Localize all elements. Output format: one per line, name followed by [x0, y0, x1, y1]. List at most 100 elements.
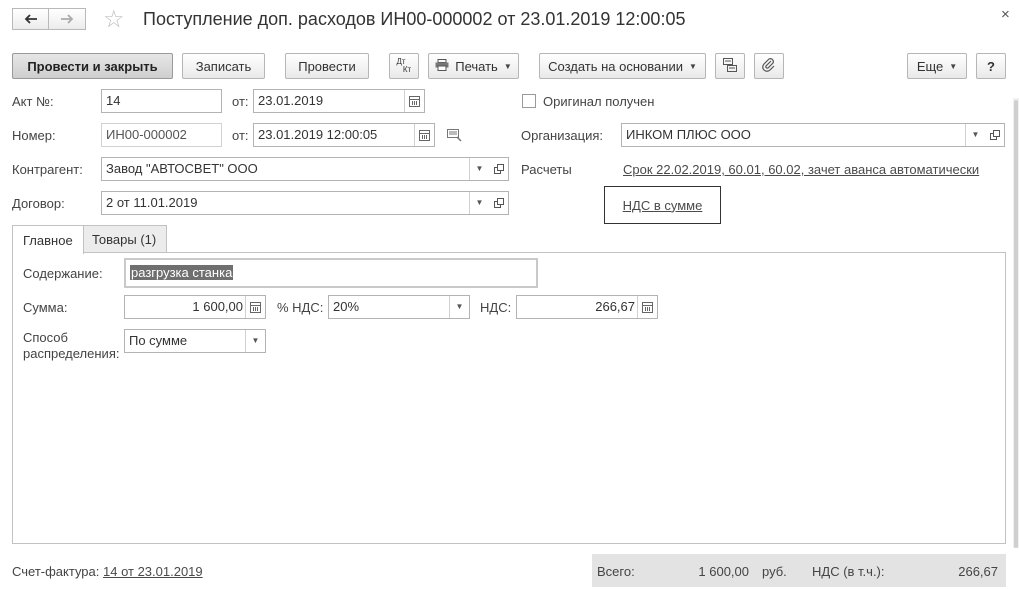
- structure-button[interactable]: [715, 53, 745, 79]
- vat-field[interactable]: 266,67: [516, 295, 658, 319]
- calculator-icon[interactable]: [245, 296, 265, 318]
- calendar-icon[interactable]: [414, 124, 434, 146]
- act-number-value: 14: [106, 93, 121, 108]
- distribution-label-line1: Способ: [23, 330, 68, 345]
- vat-mode-link[interactable]: НДС в сумме: [623, 198, 703, 213]
- distribution-label-line2: распределения:: [23, 346, 120, 361]
- invoice-label: Счет-фактура:: [12, 564, 100, 579]
- arrow-left-icon: [24, 12, 38, 27]
- dropdown-arrow-icon[interactable]: ▼: [469, 192, 489, 214]
- post-button[interactable]: Провести: [285, 53, 369, 79]
- contractor-open-button[interactable]: [489, 157, 509, 181]
- original-received-label: Оригинал получен: [543, 94, 655, 109]
- print-label: Печать: [455, 58, 498, 74]
- sum-field[interactable]: 1 600,00: [124, 295, 266, 319]
- arrow-right-icon: [60, 12, 74, 27]
- distribution-value: По сумме: [129, 333, 188, 348]
- create-based-on-label: Создать на основании: [548, 58, 683, 74]
- act-date-label: от:: [232, 94, 249, 109]
- dropdown-arrow-icon: ▼: [688, 61, 697, 71]
- contractor-field[interactable]: Завод "АВТОСВЕТ" ООО ▼: [101, 157, 490, 181]
- more-label: Еще: [916, 58, 944, 74]
- dropdown-arrow-icon: ▼: [949, 61, 958, 71]
- distribution-field[interactable]: По сумме ▼: [124, 329, 266, 353]
- printer-icon: [435, 58, 449, 74]
- document-structure-icon: [723, 57, 737, 75]
- favorite-star-icon[interactable]: ☆: [103, 5, 125, 34]
- vat-rate-label: % НДС:: [277, 300, 324, 315]
- invoice-link[interactable]: 14 от 23.01.2019: [103, 564, 203, 579]
- total-value: 1 600,00: [698, 564, 749, 579]
- act-number-field[interactable]: 14: [101, 89, 222, 113]
- vat-included-label: НДС (в т.ч.):: [812, 564, 885, 579]
- tab-goods-label: Товары (1): [92, 232, 157, 247]
- calculator-icon[interactable]: [637, 296, 657, 318]
- paperclip-icon: [762, 57, 776, 75]
- total-label: Всего:: [597, 564, 635, 579]
- act-date-field[interactable]: 23.01.2019: [253, 89, 425, 113]
- sum-label: Сумма:: [23, 300, 68, 315]
- dtkt-icon: Дт Кт: [396, 58, 412, 74]
- attach-button[interactable]: [754, 53, 784, 79]
- number-label: Номер:: [12, 128, 56, 143]
- tab-goods[interactable]: Товары (1): [81, 225, 168, 253]
- content-field[interactable]: разгрузка станка: [124, 258, 538, 288]
- comment-history-icon[interactable]: [447, 128, 463, 145]
- act-number-label: Акт №:: [12, 94, 54, 109]
- vat-value: 266,67: [595, 299, 635, 314]
- back-button[interactable]: [12, 8, 50, 30]
- number-field[interactable]: ИН00-000002: [101, 123, 222, 147]
- tab-main-label: Главное: [23, 232, 73, 248]
- vat-rate-field[interactable]: 20% ▼: [328, 295, 470, 319]
- page-title: Поступление доп. расходов ИН00-000002 от…: [143, 9, 686, 29]
- scrollbar-thumb[interactable]: [1014, 100, 1018, 548]
- dropdown-arrow-icon[interactable]: ▼: [245, 330, 265, 352]
- contractor-value: Завод "АВТОСВЕТ" ООО: [106, 161, 258, 176]
- act-date-value: 23.01.2019: [258, 93, 324, 108]
- organization-open-button[interactable]: [985, 123, 1005, 147]
- settlements-label: Расчеты: [521, 162, 572, 177]
- vat-included-value: 266,67: [958, 564, 998, 579]
- tab-main[interactable]: Главное: [12, 225, 84, 254]
- more-button[interactable]: Еще ▼: [907, 53, 967, 79]
- original-received-checkbox[interactable]: [522, 94, 536, 108]
- number-date-field[interactable]: 23.01.2019 12:00:05: [253, 123, 435, 147]
- contractor-label: Контрагент:: [12, 162, 83, 177]
- post-and-close-button[interactable]: Провести и закрыть: [12, 53, 173, 79]
- number-date-label: от:: [232, 128, 249, 143]
- content-label: Содержание:: [23, 266, 103, 281]
- open-window-icon: [989, 128, 1000, 143]
- totals-bar: Всего: 1 600,00 руб. НДС (в т.ч.): 266,6…: [592, 554, 1006, 587]
- help-button[interactable]: ?: [976, 53, 1006, 79]
- dtkt-button[interactable]: Дт Кт: [389, 53, 419, 79]
- organization-value: ИНКОМ ПЛЮС ООО: [626, 127, 751, 142]
- dropdown-arrow-icon[interactable]: ▼: [965, 124, 985, 146]
- forward-button[interactable]: [48, 8, 86, 30]
- vat-label: НДС:: [480, 300, 512, 315]
- vat-rate-value: 20%: [333, 299, 360, 314]
- open-window-icon: [493, 162, 504, 177]
- vat-mode-box[interactable]: НДС в сумме: [604, 186, 721, 224]
- organization-label: Организация:: [521, 128, 604, 143]
- dropdown-arrow-icon[interactable]: ▼: [469, 158, 489, 180]
- contract-value: 2 от 11.01.2019: [106, 195, 198, 210]
- post-label: Провести: [298, 58, 356, 74]
- contract-label: Договор:: [12, 196, 65, 211]
- contract-field[interactable]: 2 от 11.01.2019 ▼: [101, 191, 490, 215]
- print-button[interactable]: Печать ▼: [428, 53, 519, 79]
- number-value: ИН00-000002: [106, 127, 187, 142]
- create-based-on-button[interactable]: Создать на основании ▼: [539, 53, 706, 79]
- close-icon[interactable]: ×: [1001, 6, 1010, 23]
- organization-field[interactable]: ИНКОМ ПЛЮС ООО ▼: [621, 123, 986, 147]
- save-button[interactable]: Записать: [182, 53, 265, 79]
- dtkt-bottom: Кт: [402, 65, 412, 74]
- dropdown-arrow-icon[interactable]: ▼: [449, 296, 469, 318]
- post-and-close-label: Провести и закрыть: [27, 58, 158, 74]
- save-label: Записать: [195, 58, 252, 74]
- help-label: ?: [987, 58, 995, 74]
- sum-value: 1 600,00: [192, 299, 243, 314]
- currency-label: руб.: [762, 564, 787, 579]
- calendar-icon[interactable]: [404, 90, 424, 112]
- contract-open-button[interactable]: [489, 191, 509, 215]
- settlements-link[interactable]: Срок 22.02.2019, 60.01, 60.02, зачет ава…: [623, 162, 979, 177]
